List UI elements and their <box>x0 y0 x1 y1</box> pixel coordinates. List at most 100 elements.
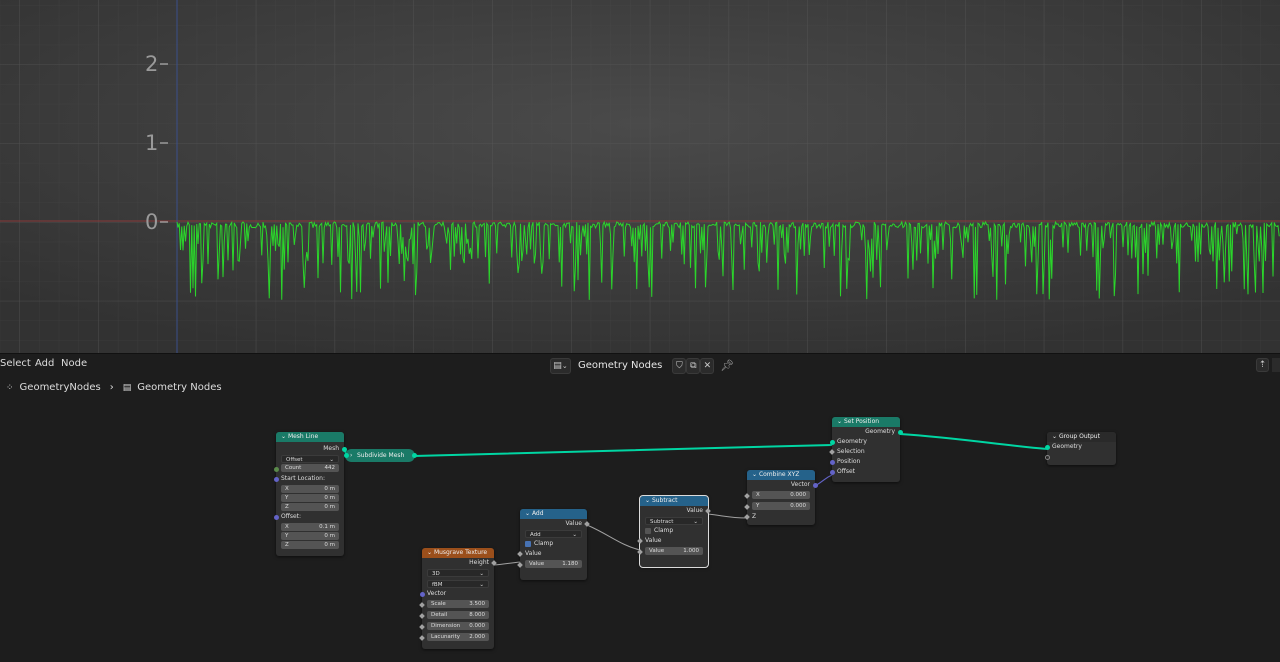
node-header[interactable]: ⌄ Musgrave Texture <box>422 548 494 558</box>
dropdown-value: fBM <box>432 582 443 588</box>
node-subdivide-mesh[interactable]: › Subdivide Mesh <box>344 449 417 462</box>
node-set-position[interactable]: ⌄ Set Position Geometry Geometry Selecti… <box>829 417 903 482</box>
operation-dropdown[interactable]: Add ⌄ <box>525 530 582 538</box>
socket-label: Value <box>686 507 703 514</box>
start-y-field[interactable]: Y 0 m <box>281 494 339 502</box>
node-header[interactable]: ⌄ Mesh Line <box>276 432 344 442</box>
offset-z-field[interactable]: Z 0 m <box>281 541 339 549</box>
geometry-input-socket[interactable] <box>1044 444 1050 450</box>
node-combine-xyz[interactable]: ⌄ Combine XYZ Vector X 0.000 Y 0.000 Z <box>744 470 818 525</box>
socket-label: Offset <box>837 468 856 475</box>
field-value: 0 m <box>324 542 335 548</box>
input-detail: Detail 8.000 <box>419 611 494 621</box>
value-field[interactable]: Value 1.000 <box>645 547 703 555</box>
output-value: Value <box>520 519 590 529</box>
checkbox-icon[interactable] <box>645 527 651 534</box>
operation-dropdown[interactable]: Subtract ⌄ <box>645 517 703 525</box>
field-label: Value <box>649 548 665 554</box>
socket-label: Offset: <box>281 513 302 520</box>
node-header[interactable]: ⌄ Add <box>520 509 587 519</box>
node-header[interactable]: ⌄ Group Output <box>1047 432 1116 442</box>
mesh-input-socket[interactable] <box>344 453 349 458</box>
output-mesh: Mesh <box>276 444 347 454</box>
geometry-input-socket[interactable] <box>829 439 835 445</box>
mesh-output-socket[interactable] <box>412 453 417 458</box>
collapse-chevron-icon[interactable]: ⌄ <box>752 471 759 478</box>
clamp-checkbox[interactable]: Clamp <box>520 539 587 549</box>
field-value: 1.180 <box>562 561 578 567</box>
node-header[interactable]: ⌄ Combine XYZ <box>747 470 815 480</box>
input-empty <box>1044 452 1116 462</box>
geometry-output-socket[interactable] <box>897 429 903 435</box>
start-x-field[interactable]: X 0 m <box>281 485 339 493</box>
x-field[interactable]: X 0.000 <box>752 491 810 499</box>
collapse-chevron-icon[interactable]: ⌄ <box>837 418 844 425</box>
node-subtract[interactable]: ⌄ Subtract Value Subtract ⌄ Clamp Value V… <box>637 495 711 568</box>
start-z-field[interactable]: Z 0 m <box>281 503 339 511</box>
node-mesh-line[interactable]: ⌄ Mesh Line Mesh Offset ⌄ Count 442 Start … <box>273 432 347 556</box>
output-height: Height <box>422 558 497 568</box>
offset-socket[interactable] <box>829 469 835 475</box>
input-offset: Offset: <box>273 512 344 522</box>
input-geometry: Geometry <box>1044 442 1116 452</box>
scale-field[interactable]: Scale 3.500 <box>427 600 489 608</box>
input-x: X 0.000 <box>744 491 815 501</box>
node-group-output[interactable]: ⌄ Group Output Geometry <box>1044 432 1116 465</box>
node-title: Combine XYZ <box>758 471 800 478</box>
y-field[interactable]: Y 0.000 <box>752 502 810 510</box>
clamp-checkbox[interactable]: Clamp <box>640 526 708 536</box>
node-header[interactable]: ⌄ Subtract <box>640 496 708 506</box>
dropdown-value: 3D <box>432 571 440 577</box>
node-title: Group Output <box>1058 433 1100 440</box>
vector-socket[interactable] <box>419 591 425 597</box>
input-vector: Vector <box>419 589 494 599</box>
start-location-socket[interactable] <box>273 476 279 482</box>
link-setposition-to-output <box>899 433 1048 450</box>
field-label: X <box>756 492 760 498</box>
checkbox-checked-icon[interactable] <box>525 540 531 547</box>
count-socket[interactable] <box>273 466 279 472</box>
collapse-chevron-icon[interactable]: ⌄ <box>525 510 532 517</box>
offset-socket[interactable] <box>273 514 279 520</box>
collapse-chevron-icon[interactable]: ⌄ <box>427 549 434 556</box>
socket-label: Selection <box>837 448 865 455</box>
socket-label: Value <box>645 537 662 544</box>
input-scale: Scale 3.500 <box>419 600 494 610</box>
node-musgrave-texture[interactable]: ⌄ Musgrave Texture Height 3D ⌄ fBM ⌄ Vecto… <box>419 548 497 649</box>
vector-output-socket[interactable] <box>812 482 818 488</box>
output-geometry: Geometry <box>832 427 903 437</box>
detail-field[interactable]: Detail 8.000 <box>427 611 489 619</box>
node-title: Subdivide Mesh <box>357 452 405 459</box>
input-selection: Selection <box>829 447 900 457</box>
expand-chevron-icon[interactable]: › <box>350 449 352 462</box>
value-field[interactable]: Value 1.180 <box>525 560 582 568</box>
field-value: 0.000 <box>790 492 806 498</box>
field-label: Detail <box>431 612 448 618</box>
socket-label: Start Location: <box>281 475 325 482</box>
chevron-down-icon: ⌄ <box>329 457 334 463</box>
position-socket[interactable] <box>829 459 835 465</box>
collapse-chevron-icon[interactable]: ⌄ <box>1052 433 1059 440</box>
mode-dropdown[interactable]: Offset ⌄ <box>281 455 339 463</box>
field-label: Scale <box>431 601 446 607</box>
dimensions-dropdown[interactable]: 3D ⌄ <box>427 569 489 577</box>
socket-label: Geometry <box>865 428 895 435</box>
offset-x-field[interactable]: X 0.1 m <box>281 523 339 531</box>
empty-socket[interactable] <box>1044 454 1050 460</box>
socket-label: Geometry <box>837 438 867 445</box>
collapse-chevron-icon[interactable]: ⌄ <box>281 433 288 440</box>
type-dropdown[interactable]: fBM ⌄ <box>427 580 489 588</box>
collapse-chevron-icon[interactable]: ⌄ <box>645 497 652 504</box>
field-value: 0 m <box>324 495 335 501</box>
offset-y-field[interactable]: Y 0 m <box>281 532 339 540</box>
link-subdivide-to-setposition <box>413 444 833 457</box>
node-add[interactable]: ⌄ Add Value Add ⌄ Clamp Value Value 1.180 <box>517 509 590 580</box>
dimension-field[interactable]: Dimension 0.000 <box>427 622 489 630</box>
lacunarity-field[interactable]: Lacunarity 2.000 <box>427 633 489 641</box>
chevron-down-icon: ⌄ <box>479 571 484 577</box>
node-header[interactable]: ⌄ Set Position <box>832 417 900 427</box>
field-label: Z <box>285 504 289 510</box>
output-vector: Vector <box>747 480 818 490</box>
field-label: Lacunarity <box>431 634 461 640</box>
count-field[interactable]: Count 442 <box>281 464 339 472</box>
